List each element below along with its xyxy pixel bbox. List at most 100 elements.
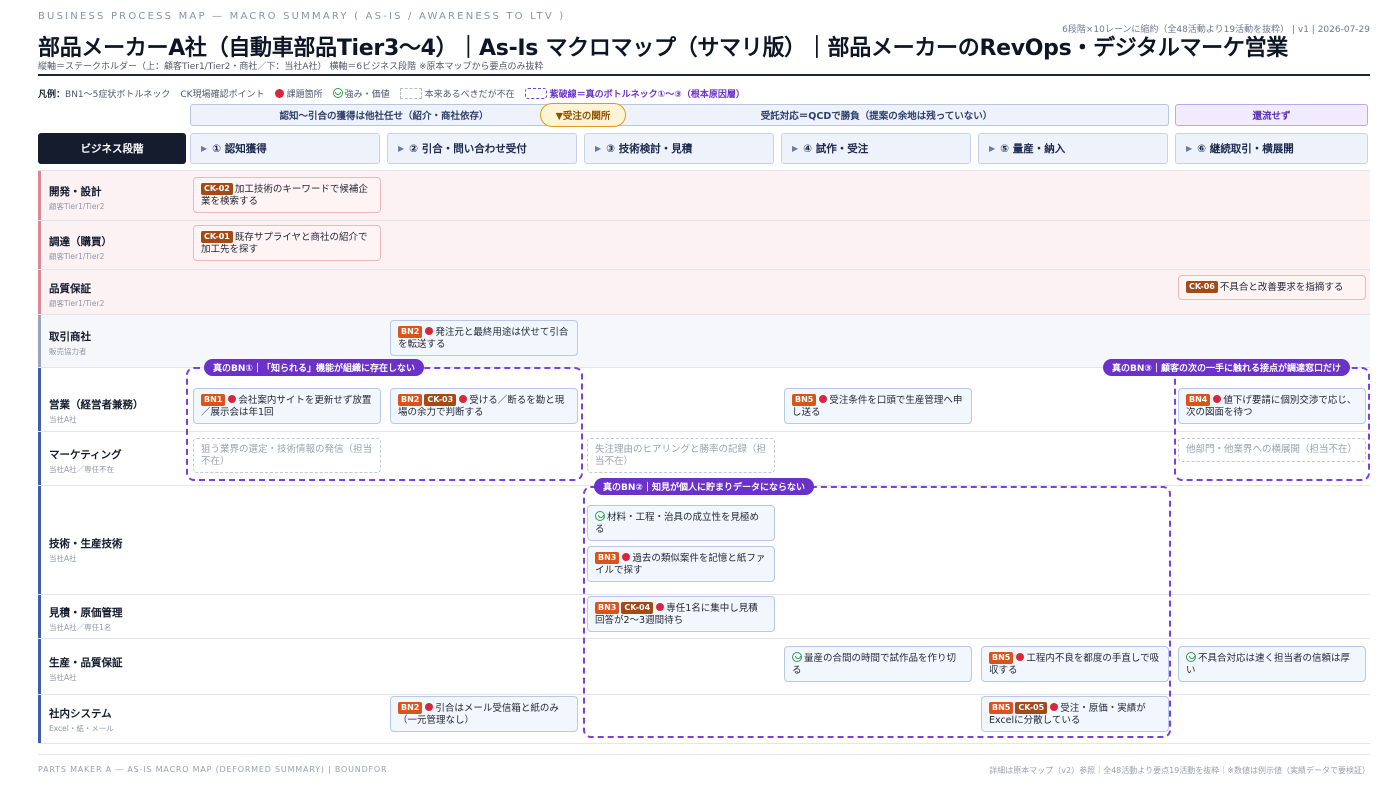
lane-name: 技術・生産技術 (49, 538, 123, 550)
triangle-right-icon: ▶ (201, 144, 208, 153)
activity-card-price-negotiation[interactable]: BN4 値下げ要請に個別交渉で応じ、次の図面を待つ (1178, 388, 1366, 425)
lane-customer-qa: 品質保証 顧客Tier1/Tier2 (38, 269, 1370, 314)
bn-tag: BN3 (595, 602, 620, 614)
footer-rule (38, 754, 1370, 755)
issue-dot-icon (425, 327, 434, 335)
activity-card-defect-feedback[interactable]: CK-06 不具合と改善要求を指摘する (1178, 275, 1366, 300)
lane-name: 社内システム (49, 708, 112, 720)
activity-card-verbal-handover[interactable]: BN5 受注条件を口頭で生産管理へ申し送る (784, 388, 972, 425)
legend-issue: 課題箇所 (274, 87, 323, 100)
ck-tag: CK-04 (621, 602, 654, 614)
page-title: 部品メーカーA社（自動車部品Tier3〜4）｜As-Is マクロマップ（サマリ版… (38, 36, 1288, 61)
stage-2: ▶ ② 引合・問い合わせ受付 (387, 133, 577, 164)
lane-name: 営業（経営者兼務） (49, 399, 144, 411)
activity-card-inquiry-mailbox[interactable]: BN2 引合はメール受信箱と紙のみ（一元管理なし） (390, 696, 578, 733)
lane-name: 見積・原価管理 (49, 607, 123, 619)
lane-name: 開発・設計 (49, 186, 102, 198)
ck-tag: CK-05 (1015, 702, 1048, 714)
page-subtitle: 縦軸＝ステークホルダー（上：顧客Tier1/Tier2・商社／下：当社A社） 横… (38, 62, 544, 72)
activity-card-fast-response[interactable]: 不具合対応は速く担当者の信頼は厚い (1178, 646, 1366, 683)
lane-sub: 顧客Tier1/Tier2 (49, 202, 105, 211)
activity-card-past-cases[interactable]: BN3 過去の類似案件を記憶と紙ファイルで探す (587, 546, 775, 583)
lane-name: 取引商社 (49, 331, 91, 343)
bn-tag: BN3 (595, 552, 620, 564)
bn-tag: BN2 (398, 326, 423, 338)
issue-dot-icon (228, 395, 237, 403)
legend-true-bn: 紫破線＝真のボトルネック①〜③（根本原因層） (524, 87, 745, 100)
lane-sub: 顧客Tier1/Tier2 (49, 252, 105, 261)
purple-dashed-box-icon (524, 88, 547, 99)
ck-tag: CK-06 (1186, 281, 1218, 293)
lane-sub: 販売協力者 (49, 347, 87, 356)
footer-note: 詳細は原本マップ（v2）参照｜全48活動より要点19活動を抜粋｜※数値は例示値（… (989, 766, 1370, 775)
bn-tag: BN5 (792, 394, 817, 406)
dashed-box-icon (399, 88, 422, 99)
activity-card-prototype[interactable]: 量産の合間の時間で試作品を作り切る (784, 646, 972, 683)
true-bn-3-label: 真のBN③｜顧客の次の一手に触れる接点が調達窓口だけ (1103, 359, 1351, 376)
lane-name: マーケティング (49, 449, 122, 461)
activity-card-forward-inquiry[interactable]: BN2 発注元と最終用途は伏せて引合を転送する (390, 320, 578, 357)
lane-sub: 当社A社／専任不在 (49, 465, 115, 474)
activity-card-accept-decline[interactable]: BN2 CK-03 受ける／断るを勘と現場の余力で判断する (390, 388, 578, 425)
smile-icon (332, 88, 343, 98)
activity-card-estimate-wait[interactable]: BN3 CK-04 専任1名に集中し見積回答が2〜3週間待ち (587, 596, 775, 633)
issue-dot-icon (1016, 653, 1025, 661)
legend-ck: CK現場確認ポイント (180, 90, 265, 100)
triangle-right-icon: ▶ (792, 144, 799, 153)
activity-card-website-neglected[interactable]: BN1 会社案内サイトを更新せず放置／展示会は年1回 (193, 388, 381, 425)
stage-3: ▶ ③ 技術検討・見積 (584, 133, 774, 164)
activity-card-excel-scattered[interactable]: BN5 CK-05 受注・原価・実績がExcelに分散している (981, 696, 1169, 733)
issue-dot-icon (425, 703, 434, 711)
triangle-right-icon: ▶ (398, 144, 405, 153)
smile-icon (1186, 652, 1196, 662)
band-no-return: 還流せず (1175, 104, 1368, 126)
ck-tag: CK-03 (424, 394, 457, 406)
absent-card-loss-analysis[interactable]: 失注理由のヒアリングと勝率の記録（担当不在） (587, 438, 775, 474)
legend-label: 凡例：BN1〜5症状ボトルネック (38, 90, 171, 100)
issue-dot-icon (459, 395, 468, 403)
stage-4: ▶ ④ 試作・受注 (781, 133, 971, 164)
header-rule (38, 74, 1370, 76)
eyebrow: BUSINESS PROCESS MAP — MACRO SUMMARY ( A… (38, 11, 566, 22)
absent-card-industry-targeting[interactable]: 狙う業界の選定・技術情報の発信（担当不在） (193, 438, 381, 474)
lane-name: 生産・品質保証 (49, 657, 123, 669)
bn-tag: BN1 (201, 394, 226, 406)
lane-name: 調達（購買） (49, 236, 112, 248)
smile-icon (595, 511, 605, 521)
issue-dot-icon (1050, 703, 1059, 711)
footer-credit: PARTS MAKER A — AS-IS MACRO MAP (DEFORME… (38, 765, 388, 774)
activity-card-referral-search[interactable]: CK-01 既存サプライヤと商社の紹介で加工先を探す (193, 225, 381, 262)
legend: 凡例：BN1〜5症状ボトルネック CK現場確認ポイント 課題箇所 強み・価値 本… (38, 87, 745, 100)
activity-card-rework[interactable]: BN5 工程内不良を都度の手直しで吸収する (981, 646, 1169, 683)
legend-strength: 強み・価値 (332, 87, 390, 100)
bn-tag: BN5 (989, 652, 1014, 664)
issue-dot-icon (274, 89, 284, 98)
lane-sub: 当社A社／専任1名 (49, 623, 112, 632)
stage-6: ▶ ⑥ 継続取引・横展開 (1175, 133, 1368, 164)
bn-tag: BN4 (1186, 394, 1211, 406)
bn-tag: BN2 (398, 702, 423, 714)
ck-tag: CK-01 (201, 231, 233, 243)
issue-dot-icon (656, 603, 665, 611)
lane-sub: 当社A社 (49, 673, 77, 682)
issue-dot-icon (819, 395, 828, 403)
band-acquisition: 認知〜引合の獲得は他社任せ（紹介・商社依存） (190, 104, 578, 126)
ck-tag: CK-02 (201, 183, 233, 195)
triangle-right-icon: ▶ (595, 144, 602, 153)
stage-1: ▶ ① 認知獲得 (190, 133, 380, 164)
smile-icon (792, 652, 802, 662)
lane-sub: 当社A社 (49, 554, 77, 563)
activity-card-feasibility[interactable]: 材料・工程・治具の成立性を見極める (587, 505, 775, 542)
issue-dot-icon (622, 553, 631, 561)
lane-name: 品質保証 (49, 283, 91, 295)
lane-sub: 当社A社 (49, 415, 77, 424)
true-bn-2-label: 真のBN②｜知見が個人に貯まりデータにならない (594, 478, 815, 495)
bn-tag: BN5 (989, 702, 1014, 714)
true-bn-1-label: 真のBN①｜「知られる」機能が組織に存在しない (204, 359, 425, 376)
lane-sub: 顧客Tier1/Tier2 (49, 299, 105, 308)
absent-card-cross-expansion[interactable]: 他部門・他業界への横展開（担当不在） (1178, 438, 1366, 462)
triangle-right-icon: ▶ (989, 144, 996, 153)
order-gate-marker: ▼受注の関所 (540, 103, 626, 127)
activity-card-search-suppliers[interactable]: CK-02 加工技術のキーワードで候補企業を検索する (193, 177, 381, 214)
stage-5: ▶ ⑤ 量産・納入 (978, 133, 1168, 164)
